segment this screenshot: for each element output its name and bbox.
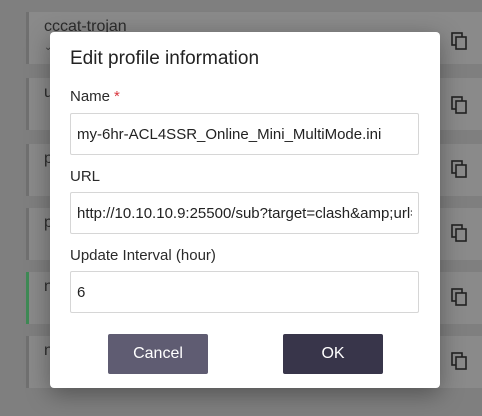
interval-input[interactable] xyxy=(70,271,419,313)
name-label: Name * xyxy=(70,88,120,105)
required-mark: * xyxy=(114,88,120,105)
url-label: URL xyxy=(70,168,101,185)
edit-profile-dialog: Edit profile information Name* URL Updat… xyxy=(50,32,440,388)
dialog-title: Edit profile information xyxy=(70,48,260,69)
ok-button[interactable]: OK xyxy=(283,334,383,374)
name-label-text: Name xyxy=(70,88,111,105)
name-input[interactable] xyxy=(70,113,419,155)
interval-label: Update Interval (hour) xyxy=(70,247,216,264)
cancel-button[interactable]: Cancel xyxy=(108,334,208,374)
url-input[interactable] xyxy=(70,192,419,234)
